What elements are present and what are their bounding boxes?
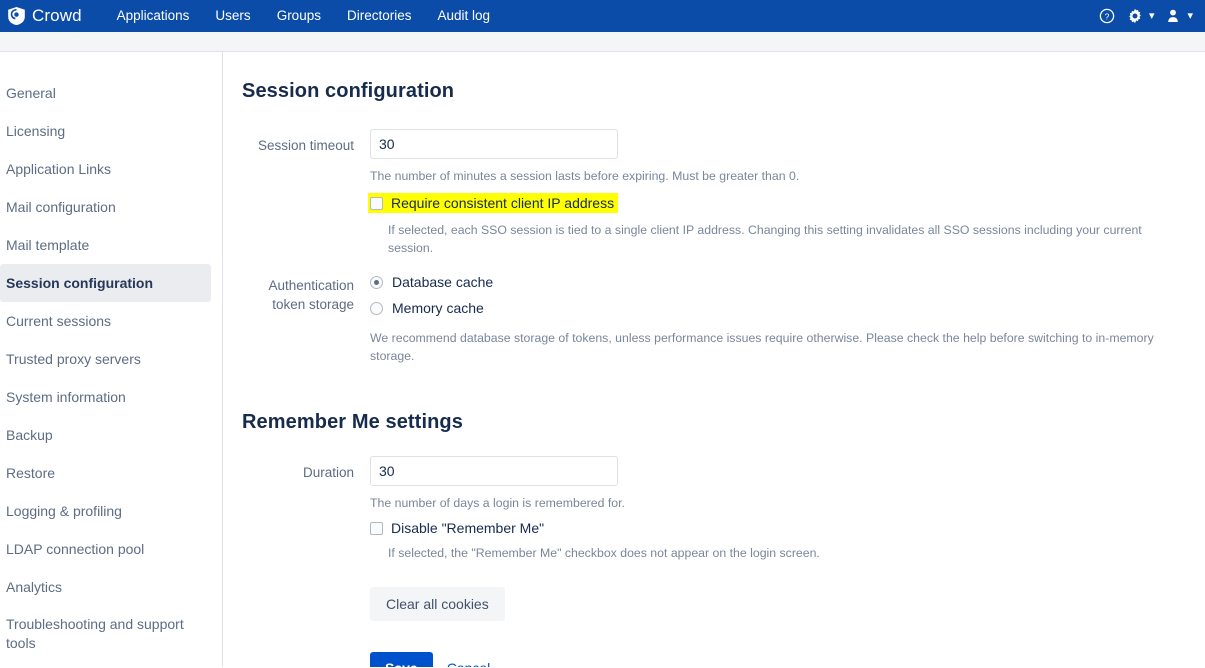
cancel-link[interactable]: Cancel	[447, 660, 491, 667]
nav-item-audit-log[interactable]: Audit log	[424, 0, 503, 32]
sidebar-item-current-sessions[interactable]: Current sessions	[0, 302, 211, 340]
sidebar-item-troubleshooting-support-tools[interactable]: Troubleshooting and support tools	[0, 606, 211, 654]
gear-icon	[1122, 0, 1148, 32]
session-timeout-row: Session timeout The number of minutes a …	[242, 129, 1205, 257]
crowd-shield-logo-icon	[8, 7, 25, 25]
sidebar-item-mail-configuration[interactable]: Mail configuration	[0, 188, 211, 226]
session-timeout-input[interactable]	[370, 129, 618, 159]
require-consistent-ip-help: If selected, each SSO session is tied to…	[388, 223, 1142, 255]
top-navigation-bar: Crowd Applications Users Groups Director…	[0, 0, 1205, 32]
remember-duration-help: The number of days a login is remembered…	[370, 496, 625, 510]
remember-duration-label: Duration	[302, 465, 354, 480]
token-storage-label: Authentication token storage	[268, 278, 354, 312]
token-storage-option-memory[interactable]: Memory cache	[370, 295, 1205, 321]
save-button[interactable]: Save	[370, 652, 433, 667]
remember-me-title: Remember Me settings	[242, 411, 463, 433]
token-storage-option-database[interactable]: Database cache	[370, 269, 1205, 295]
sidebar-item-system-information[interactable]: System information	[0, 378, 211, 416]
memory-cache-radio[interactable]	[370, 301, 383, 315]
brand-label: Crowd	[32, 6, 82, 25]
sidebar-item-backup[interactable]: Backup	[0, 416, 211, 454]
user-profile-icon	[1160, 0, 1186, 32]
sidebar-item-mail-template[interactable]: Mail template	[0, 226, 211, 264]
disable-remember-me-row[interactable]: Disable "Remember Me"	[370, 520, 544, 536]
page-shell: General Licensing Application Links Mail…	[0, 52, 1205, 667]
nav-item-users[interactable]: Users	[202, 0, 263, 32]
settings-sidebar: General Licensing Application Links Mail…	[0, 52, 223, 667]
token-storage-help: We recommend database storage of tokens,…	[370, 331, 1154, 363]
user-menu-trigger[interactable]: ▾	[1160, 0, 1197, 32]
disable-remember-me-help: If selected, the "Remember Me" checkbox …	[388, 546, 820, 560]
sidebar-item-ldap-connection-pool[interactable]: LDAP connection pool	[0, 530, 211, 568]
nav-item-applications[interactable]: Applications	[104, 0, 203, 32]
database-cache-label[interactable]: Database cache	[392, 274, 493, 290]
token-storage-row: Authentication token storage Database ca…	[242, 269, 1205, 365]
nav-item-groups[interactable]: Groups	[264, 0, 334, 32]
nav-right-icons: ? ▾ ▾	[1094, 0, 1197, 32]
sidebar-item-logging-profiling[interactable]: Logging & profiling	[0, 492, 211, 530]
crowd-brand-link[interactable]: Crowd	[8, 6, 82, 26]
require-consistent-ip-label[interactable]: Require consistent client IP address	[391, 195, 614, 211]
form-actions: Save Cancel	[370, 652, 1205, 667]
require-consistent-ip-row[interactable]: Require consistent client IP address	[368, 193, 619, 213]
session-timeout-label: Session timeout	[257, 138, 354, 153]
sidebar-item-application-links[interactable]: Application Links	[0, 150, 211, 188]
chevron-down-icon: ▾	[1187, 9, 1193, 22]
cookie-actions: Clear all cookies	[370, 587, 1205, 621]
remember-duration-row: Duration The number of days a login is r…	[242, 456, 1205, 667]
require-consistent-ip-checkbox[interactable]	[370, 196, 383, 210]
remember-duration-input[interactable]	[370, 456, 618, 486]
help-icon[interactable]: ?	[1094, 0, 1120, 32]
sidebar-item-analytics[interactable]: Analytics	[0, 568, 211, 606]
session-configuration-title: Session configuration	[242, 80, 455, 102]
nav-item-directories[interactable]: Directories	[334, 0, 425, 32]
sidebar-item-session-configuration[interactable]: Session configuration	[0, 264, 211, 302]
clear-all-cookies-button[interactable]: Clear all cookies	[370, 587, 505, 621]
sidebar-item-general[interactable]: General	[0, 74, 211, 112]
sidebar-item-trusted-proxy-servers[interactable]: Trusted proxy servers	[0, 340, 211, 378]
sub-header-strip	[0, 32, 1205, 52]
sidebar-item-licensing[interactable]: Licensing	[0, 112, 211, 150]
settings-menu-trigger[interactable]: ▾	[1122, 0, 1159, 32]
chevron-down-icon: ▾	[1148, 9, 1155, 22]
database-cache-radio[interactable]	[370, 275, 383, 289]
session-timeout-help: The number of minutes a session lasts be…	[370, 169, 800, 183]
disable-remember-me-checkbox[interactable]	[370, 521, 383, 535]
sidebar-item-restore[interactable]: Restore	[0, 454, 211, 492]
svg-text:?: ?	[1105, 11, 1110, 21]
main-content: Session configuration Session timeout Th…	[223, 52, 1205, 667]
memory-cache-label[interactable]: Memory cache	[392, 300, 484, 316]
primary-nav-items: Applications Users Groups Directories Au…	[104, 0, 503, 32]
disable-remember-me-label[interactable]: Disable "Remember Me"	[391, 520, 544, 536]
